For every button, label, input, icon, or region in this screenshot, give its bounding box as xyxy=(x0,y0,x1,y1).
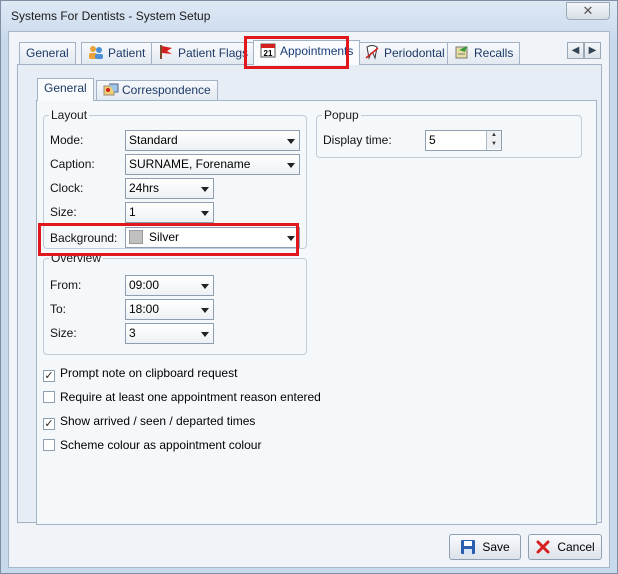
checkbox-label: Prompt note on clipboard request xyxy=(60,366,238,380)
to-select[interactable]: 18:00 xyxy=(125,299,214,320)
background-value: Silver xyxy=(149,230,180,244)
close-button[interactable]: ✕ xyxy=(566,2,610,20)
appointments-panel: General Correspondence Layout Mode: Stan… xyxy=(17,64,602,525)
chevron-down-icon xyxy=(201,308,209,313)
close-icon xyxy=(535,539,551,563)
from-label: From: xyxy=(50,278,82,292)
chevron-down-icon xyxy=(287,139,295,144)
mode-select[interactable]: Standard xyxy=(125,130,300,151)
checkbox-checked-icon: ✓ xyxy=(43,370,55,382)
mode-value: Standard xyxy=(129,133,178,147)
caption-value: SURNAME, Forename xyxy=(129,157,251,171)
tab-recalls[interactable]: Recalls xyxy=(447,42,521,64)
tab-periodontal[interactable]: Periodontal xyxy=(357,42,452,64)
client-area: General Patient Patient Flags 21 Appoint… xyxy=(8,31,610,568)
require-reason-checkbox[interactable]: Require at least one appointment reason … xyxy=(43,390,321,404)
display-time-spinner[interactable]: 5 ▲ ▼ xyxy=(425,130,502,151)
overview-size-value: 3 xyxy=(129,326,136,340)
display-time-label: Display time: xyxy=(323,133,392,147)
to-value: 18:00 xyxy=(129,302,160,316)
correspondence-icon xyxy=(103,83,119,97)
checkbox-label: Scheme colour as appointment colour xyxy=(60,438,262,452)
overview-group-title: Overview xyxy=(49,251,104,265)
tab-label: General xyxy=(26,46,69,60)
window-title: Systems For Dentists - System Setup xyxy=(11,9,211,23)
chevron-down-icon xyxy=(287,163,295,168)
tab-scroll-buttons: ◀ ▶ xyxy=(567,42,601,59)
subtab-correspondence[interactable]: Correspondence xyxy=(96,80,218,100)
to-label: To: xyxy=(50,302,67,316)
save-icon xyxy=(460,539,476,563)
clock-value: 24hrs xyxy=(129,181,160,195)
tab-label: Recalls xyxy=(474,46,514,60)
overview-size-label: Size: xyxy=(50,326,77,340)
chevron-down-icon xyxy=(201,211,209,216)
recall-icon xyxy=(454,44,470,60)
layout-group: Layout Mode: Standard Caption: SURNAME, … xyxy=(43,108,307,249)
display-time-value: 5 xyxy=(429,133,436,147)
checkbox-checked-icon: ✓ xyxy=(43,418,55,430)
spin-down-icon[interactable]: ▼ xyxy=(487,140,501,149)
chevron-down-icon xyxy=(201,187,209,192)
background-color-swatch xyxy=(129,230,143,244)
layout-group-title: Layout xyxy=(49,108,90,122)
size-select[interactable]: 1 xyxy=(125,202,214,223)
flag-icon xyxy=(158,44,174,60)
checkbox-label: Require at least one appointment reason … xyxy=(60,390,321,404)
title-bar: Systems For Dentists - System Setup ✕ xyxy=(1,1,617,31)
tooth-icon xyxy=(364,44,380,60)
chevron-down-icon xyxy=(287,236,295,241)
tab-appointments[interactable]: 21 Appointments xyxy=(253,40,361,65)
people-icon xyxy=(88,44,104,60)
subtab-label: General xyxy=(44,81,87,95)
save-label: Save xyxy=(482,540,510,554)
show-times-checkbox[interactable]: ✓ Show arrived / seen / departed times xyxy=(43,414,255,430)
chevron-down-icon xyxy=(201,284,209,289)
tab-label: Patient xyxy=(108,46,146,60)
cancel-label: Cancel xyxy=(557,540,595,554)
tab-scroll-left-button[interactable]: ◀ xyxy=(567,42,584,59)
background-label: Background: xyxy=(50,231,118,245)
system-setup-window: Systems For Dentists - System Setup ✕ Ge… xyxy=(0,0,618,574)
tab-label: Patient Flags xyxy=(178,46,249,60)
checkbox-label: Show arrived / seen / departed times xyxy=(60,414,256,428)
caption-label: Caption: xyxy=(50,157,95,171)
caption-select[interactable]: SURNAME, Forename xyxy=(125,154,300,175)
overview-size-select[interactable]: 3 xyxy=(125,323,214,344)
size-value: 1 xyxy=(129,205,136,219)
spin-up-icon[interactable]: ▲ xyxy=(487,131,501,140)
checkbox-unchecked-icon xyxy=(43,391,55,403)
mode-label: Mode: xyxy=(50,133,84,147)
tab-general[interactable]: General xyxy=(19,42,76,64)
spinner-buttons: ▲ ▼ xyxy=(486,131,501,150)
cancel-button[interactable]: Cancel xyxy=(528,534,602,560)
popup-group-title: Popup xyxy=(322,108,361,122)
overview-group: Overview From: 09:00 To: 18:00 Size: 3 xyxy=(43,251,307,355)
prompt-note-checkbox[interactable]: ✓ Prompt note on clipboard request xyxy=(43,366,237,382)
clock-select[interactable]: 24hrs xyxy=(125,178,214,199)
subtab-label: Correspondence xyxy=(122,83,211,97)
size-label: Size: xyxy=(50,205,77,219)
tab-patient[interactable]: Patient xyxy=(81,42,153,64)
svg-text:21: 21 xyxy=(264,49,273,58)
tab-patient-flags[interactable]: Patient Flags xyxy=(151,42,256,64)
tab-scroll-right-button[interactable]: ▶ xyxy=(584,42,601,59)
scheme-colour-checkbox[interactable]: Scheme colour as appointment colour xyxy=(43,438,261,452)
chevron-down-icon xyxy=(201,332,209,337)
calendar-icon: 21 xyxy=(260,42,276,58)
save-button[interactable]: Save xyxy=(449,534,521,560)
clock-label: Clock: xyxy=(50,181,84,195)
subtab-general[interactable]: General xyxy=(37,78,94,101)
background-select[interactable]: Silver xyxy=(125,227,300,248)
from-select[interactable]: 09:00 xyxy=(125,275,214,296)
general-subpanel: Layout Mode: Standard Caption: SURNAME, … xyxy=(36,100,597,525)
popup-group: Popup Display time: 5 ▲ ▼ xyxy=(316,108,582,158)
tab-label: Appointments xyxy=(280,44,354,58)
tab-label: Periodontal xyxy=(384,46,445,60)
from-value: 09:00 xyxy=(129,278,160,292)
checkbox-unchecked-icon xyxy=(43,439,55,451)
